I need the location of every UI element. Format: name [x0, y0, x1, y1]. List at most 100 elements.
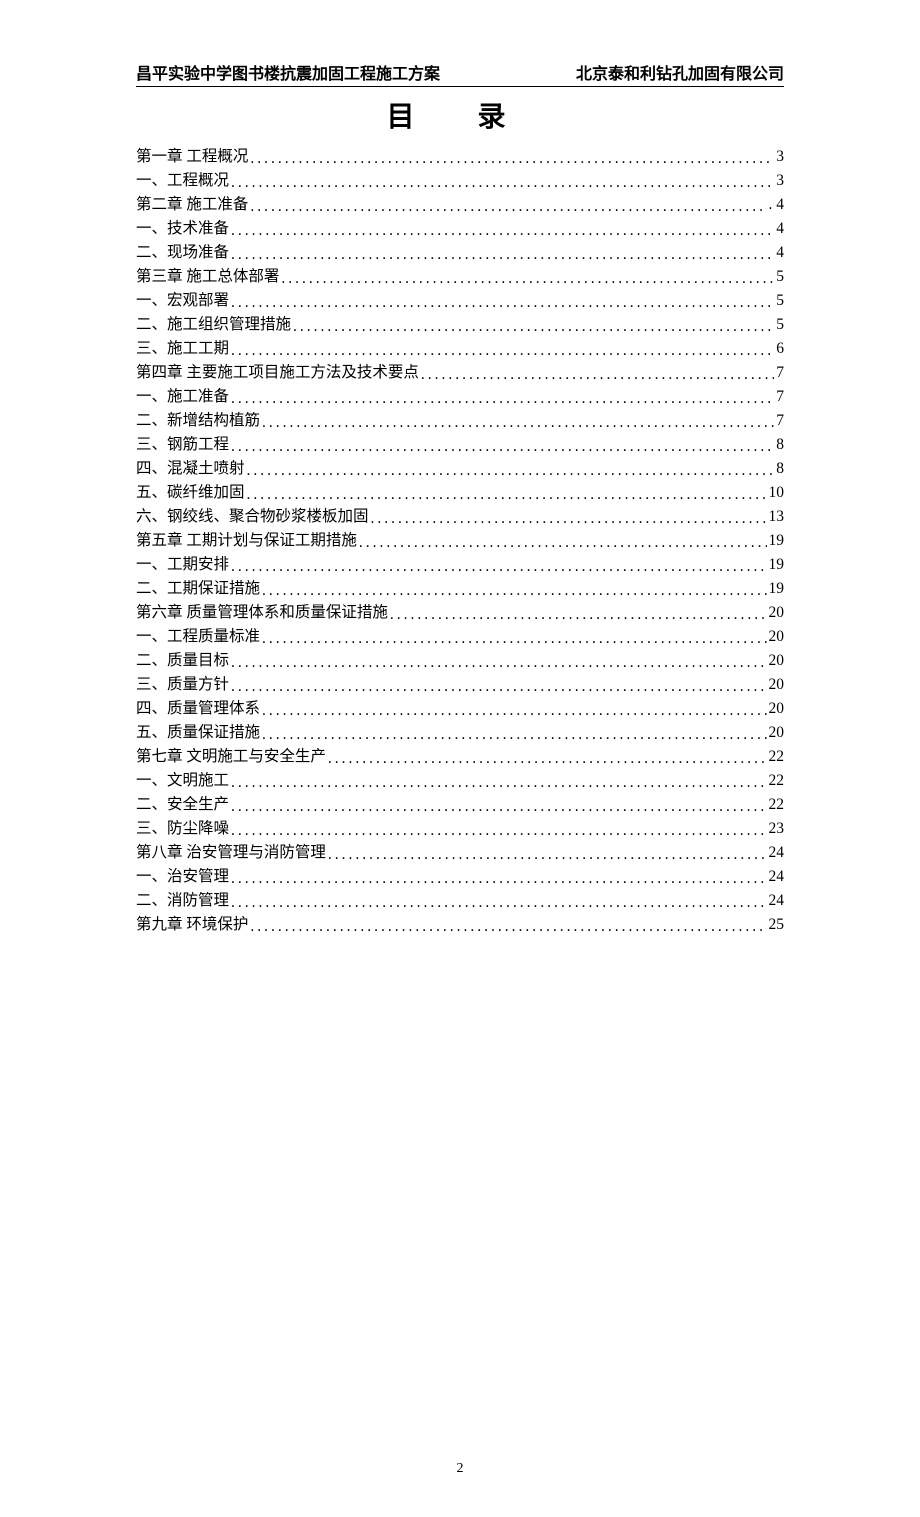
toc-entry: 二、安全生产22	[136, 797, 784, 821]
toc-entry-label: 第八章 治安管理与消防管理	[136, 845, 326, 861]
toc-entry: 第二章 施工准备 . 4	[136, 197, 784, 221]
toc-leader-dots	[231, 391, 774, 407]
toc-entry: 第八章 治安管理与消防管理 24	[136, 845, 784, 869]
toc-entry: 二、施工组织管理措施 5	[136, 317, 784, 341]
toc-entry-page: 8	[776, 437, 784, 453]
toc-entry-label: 二、现场准备	[136, 245, 229, 261]
header-right: 北京泰和利钻孔加固有限公司	[576, 60, 784, 84]
toc-entry-label: 二、工期保证措施	[136, 581, 260, 597]
toc-entry: 一、施工准备 7	[136, 389, 784, 413]
toc-entry-label: 第三章 施工总体部署	[136, 269, 279, 285]
toc-entry-page: 5	[776, 317, 784, 333]
toc-leader-dots	[262, 727, 766, 743]
toc-entry: 第三章 施工总体部署 5	[136, 269, 784, 293]
toc-entry: 一、工程质量标准 20	[136, 629, 784, 653]
toc-leader-dots	[328, 751, 767, 767]
toc-leader-dots	[293, 319, 774, 335]
toc-leader-dots	[262, 703, 766, 719]
toc-entry-page: 6	[776, 341, 784, 357]
toc-leader-dots	[359, 535, 767, 551]
toc-entry-page: 19	[769, 533, 785, 549]
toc-entry: 一、文明施工22	[136, 773, 784, 797]
toc-leader-dots	[247, 463, 775, 479]
toc-entry-label: 一、工程概况	[136, 173, 229, 189]
toc-leader-dots	[281, 271, 774, 287]
toc-entry: 五、质量保证措施 20	[136, 725, 784, 749]
toc-entry-label: 二、消防管理	[136, 893, 229, 909]
toc-leader-dots	[231, 775, 766, 791]
toc-entry-page: 22	[769, 749, 785, 765]
toc-entry-page: 7	[776, 365, 784, 381]
toc-entry-page: 4	[776, 221, 784, 237]
toc-entry-label: 第四章 主要施工项目施工方法及技术要点	[136, 365, 419, 381]
toc-leader-dots	[231, 295, 774, 311]
toc-leader-dots	[231, 799, 766, 815]
toc-entry-label: 一、技术准备	[136, 221, 229, 237]
toc-leader-dots	[371, 511, 767, 527]
toc-entry-label: 第五章 工期计划与保证工期措施	[136, 533, 357, 549]
toc-leader-dots	[231, 175, 774, 191]
toc-entry: 二、消防管理 24	[136, 893, 784, 917]
toc-entry-page: 7	[776, 413, 784, 429]
toc-entry-page: 7	[776, 389, 784, 405]
toc-entry: 第一章 工程概况 3	[136, 149, 784, 173]
toc-entry-page: 20	[769, 725, 785, 741]
toc-entry: 第九章 环境保护 25	[136, 917, 784, 941]
toc-leader-dots	[421, 367, 774, 383]
toc-leader-dots	[231, 223, 774, 239]
toc-leader-dots	[231, 343, 774, 359]
toc-entry: 四、质量管理体系 20	[136, 701, 784, 725]
toc-leader-dots	[231, 823, 766, 839]
toc-entry: 第四章 主要施工项目施工方法及技术要点 7	[136, 365, 784, 389]
toc-entry-page: 24	[769, 893, 785, 909]
toc-leader-dots	[247, 487, 767, 503]
toc-entry: 一、工期安排19	[136, 557, 784, 581]
toc-leader-dots	[231, 895, 766, 911]
toc-entry: 四、混凝土喷射 8	[136, 461, 784, 485]
toc-entry-label: 四、混凝土喷射	[136, 461, 245, 477]
toc-entry-page: 20	[769, 605, 785, 621]
toc-entry-label: 三、质量方针	[136, 677, 229, 693]
toc-entry-page: 8	[776, 461, 784, 477]
toc-leader-dots	[262, 415, 774, 431]
toc-entry-page: 20	[769, 677, 785, 693]
toc-entry-page: 19	[769, 557, 785, 573]
toc-entry-page: 4	[776, 245, 784, 261]
toc-leader-dots	[250, 919, 766, 935]
toc-leader-dots	[262, 583, 766, 599]
toc-entry: 六、钢绞线、聚合物砂浆楼板加固13	[136, 509, 784, 533]
toc-leader-dots	[231, 559, 766, 575]
toc-leader-dots	[390, 607, 767, 623]
toc-leader-dots	[231, 439, 774, 455]
toc-entry-label: 四、质量管理体系	[136, 701, 260, 717]
toc-entry-page: 3	[776, 173, 784, 189]
toc-entry-label: 一、治安管理	[136, 869, 229, 885]
toc-entry-page: 22	[769, 773, 785, 789]
document-page: 昌平实验中学图书楼抗震加固工程施工方案 北京泰和利钻孔加固有限公司 目 录 第一…	[0, 0, 920, 1517]
toc-entry-page: 5	[776, 293, 784, 309]
toc-entry-label: 一、施工准备	[136, 389, 229, 405]
page-header: 昌平实验中学图书楼抗震加固工程施工方案 北京泰和利钻孔加固有限公司	[100, 60, 820, 84]
toc-leader-dots	[328, 847, 767, 863]
toc-entry: 一、工程概况 3	[136, 173, 784, 197]
toc-leader-dots	[250, 151, 774, 167]
page-number: 2	[100, 1461, 820, 1477]
toc-entry-label: 二、质量目标	[136, 653, 229, 669]
toc-entry-page: 10	[769, 485, 785, 501]
toc-entry-page: 3	[776, 149, 784, 165]
toc-entry-page: 24	[769, 845, 785, 861]
toc-entry-label: 二、施工组织管理措施	[136, 317, 291, 333]
toc-entry-label: 三、施工工期	[136, 341, 229, 357]
table-of-contents: 第一章 工程概况 3一、工程概况 3 第二章 施工准备 . 4一、技术准备 4 二、现场…	[100, 149, 820, 941]
toc-entry: 二、工期保证措施 19	[136, 581, 784, 605]
toc-entry: 第七章 文明施工与安全生产22	[136, 749, 784, 773]
toc-entry-label: 三、防尘降噪	[136, 821, 229, 837]
toc-entry: 第五章 工期计划与保证工期措施 19	[136, 533, 784, 557]
toc-leader-dots	[231, 247, 774, 263]
toc-entry: 第六章 质量管理体系和质量保证措施 20	[136, 605, 784, 629]
toc-entry: 三、钢筋工程 8	[136, 437, 784, 461]
toc-entry-label: 三、钢筋工程	[136, 437, 229, 453]
toc-entry-page: 20	[769, 701, 785, 717]
toc-entry-label: 一、宏观部署	[136, 293, 229, 309]
toc-entry: 二、新增结构植筋 7	[136, 413, 784, 437]
